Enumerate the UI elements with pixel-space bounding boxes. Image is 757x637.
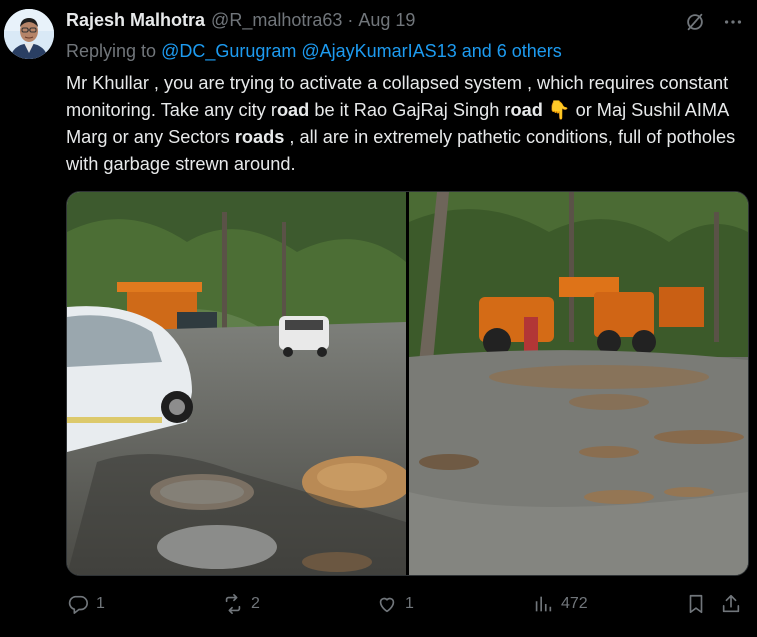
tweet-text-part: be it Rao GajRaj Singh r <box>309 100 511 120</box>
tweet-actions: 1 2 1 472 <box>66 590 746 618</box>
replying-to-label: Replying to <box>66 41 162 61</box>
views-icon <box>531 592 555 616</box>
photo-left[interactable] <box>67 192 406 575</box>
views-button[interactable]: 472 <box>531 592 684 616</box>
share-icon <box>720 592 742 616</box>
views-count: 472 <box>561 595 588 612</box>
reply-icon <box>66 592 90 616</box>
repost-button[interactable]: 2 <box>221 592 375 616</box>
more-icon[interactable] <box>721 10 745 34</box>
author-name[interactable]: Rajesh Malhotra <box>66 10 205 31</box>
tweet-text-highlight: oad <box>510 100 543 120</box>
repost-icon <box>221 592 245 616</box>
reply-count: 1 <box>96 595 105 612</box>
header-separator: · <box>347 10 354 30</box>
tweet: Rajesh Malhotra @R_malhotra63 · Aug 19 R… <box>0 0 757 637</box>
replying-to: Replying to @DC_Gurugram @AjayKumarIAS13… <box>66 41 562 62</box>
tweet-text-highlight: oad <box>276 100 310 120</box>
author-handle[interactable]: @R_malhotra63 <box>211 10 342 31</box>
tweet-text-highlight: roads <box>234 127 285 147</box>
reply-mentions-link[interactable]: @DC_Gurugram @AjayKumarIAS13 and 6 other… <box>161 41 562 61</box>
tweet-text: Mr Khullar , you are trying to activate … <box>66 70 746 178</box>
tweet-date[interactable]: Aug 19 <box>358 10 415 31</box>
tweet-media <box>66 191 749 576</box>
like-icon <box>375 592 399 616</box>
like-button[interactable]: 1 <box>375 592 531 616</box>
photo-right[interactable] <box>409 192 748 575</box>
share-button[interactable] <box>720 592 746 616</box>
like-count: 1 <box>405 595 414 612</box>
road-pothole-photo <box>67 192 406 575</box>
repost-count: 2 <box>251 595 260 612</box>
pointing-down-emoji: 👇 <box>547 100 571 120</box>
road-construction-photo <box>409 192 748 575</box>
bookmark-button[interactable] <box>684 592 720 616</box>
reply-button[interactable]: 1 <box>66 592 221 616</box>
tweet-header: Rajesh Malhotra @R_malhotra63 · Aug 19 <box>66 10 415 34</box>
avatar[interactable] <box>4 9 54 59</box>
avatar-image <box>4 9 54 59</box>
grok-icon[interactable] <box>683 10 707 34</box>
bookmark-icon <box>684 592 708 616</box>
tweet-top-icons <box>683 10 745 34</box>
